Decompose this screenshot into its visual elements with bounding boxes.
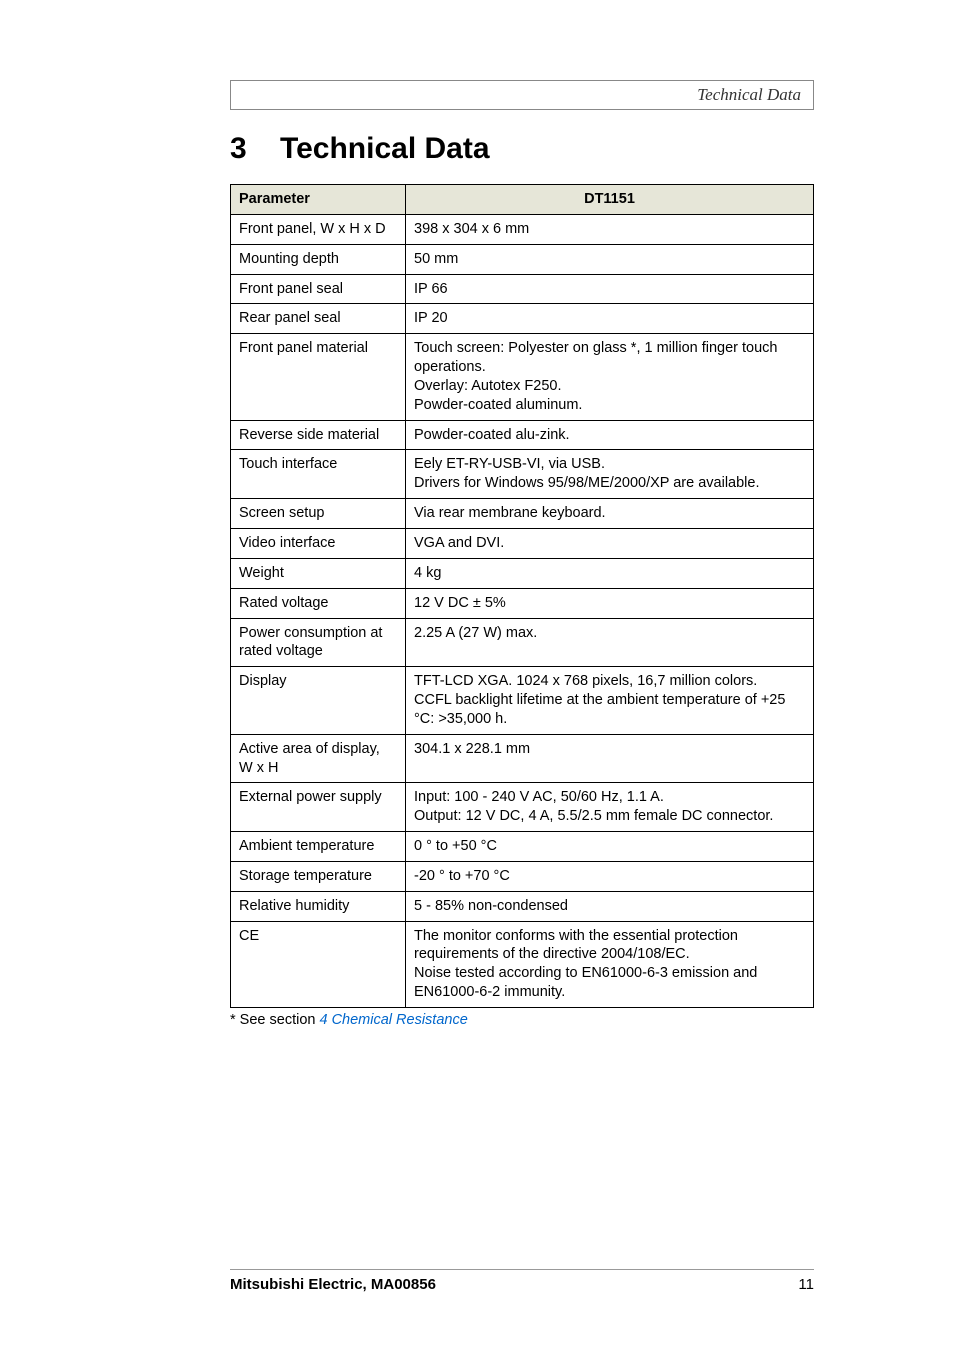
header-category: Technical Data: [230, 80, 814, 110]
cell-parameter: Front panel, W x H x D: [231, 214, 406, 244]
cell-value: Powder-coated alu-zink.: [406, 420, 814, 450]
table-row: Front panel sealIP 66: [231, 274, 814, 304]
table-row: Screen setupVia rear membrane keyboard.: [231, 499, 814, 529]
cell-value: 4 kg: [406, 558, 814, 588]
table-row: Touch interfaceEely ET-RY-USB-VI, via US…: [231, 450, 814, 499]
cell-value: TFT-LCD XGA. 1024 x 768 pixels, 16,7 mil…: [406, 667, 814, 735]
cell-value: Touch screen: Polyester on glass *, 1 mi…: [406, 334, 814, 420]
cell-value: IP 20: [406, 304, 814, 334]
cell-parameter: Front panel seal: [231, 274, 406, 304]
table-row: Ambient temperature0 ° to +50 °C: [231, 832, 814, 862]
cell-value: 5 - 85% non-condensed: [406, 891, 814, 921]
cell-parameter: Mounting depth: [231, 244, 406, 274]
table-row: External power supplyInput: 100 - 240 V …: [231, 783, 814, 832]
cell-value: Input: 100 - 240 V AC, 50/60 Hz, 1.1 A. …: [406, 783, 814, 832]
footer-page-number: 11: [798, 1276, 814, 1293]
footer-doc-id: Mitsubishi Electric, MA00856: [230, 1276, 436, 1293]
cell-value: 50 mm: [406, 244, 814, 274]
header-model: DT1151: [406, 185, 814, 215]
cell-parameter: Display: [231, 667, 406, 735]
table-header-row: Parameter DT1151: [231, 185, 814, 215]
table-row: Front panel materialTouch screen: Polyes…: [231, 334, 814, 420]
cell-value: 304.1 x 228.1 mm: [406, 734, 814, 783]
cell-parameter: Rated voltage: [231, 588, 406, 618]
cell-parameter: External power supply: [231, 783, 406, 832]
cell-parameter: Storage temperature: [231, 861, 406, 891]
table-row: Video interfaceVGA and DVI.: [231, 528, 814, 558]
table-row: Front panel, W x H x D398 x 304 x 6 mm: [231, 214, 814, 244]
cell-parameter: Relative humidity: [231, 891, 406, 921]
cell-parameter: Touch interface: [231, 450, 406, 499]
cell-value: 2.25 A (27 W) max.: [406, 618, 814, 667]
table-row: Weight4 kg: [231, 558, 814, 588]
footnote-link[interactable]: 4 Chemical Resistance: [319, 1012, 467, 1028]
table-row: DisplayTFT-LCD XGA. 1024 x 768 pixels, 1…: [231, 667, 814, 735]
table-row: Active area of display, W x H304.1 x 228…: [231, 734, 814, 783]
cell-value: VGA and DVI.: [406, 528, 814, 558]
table-row: Mounting depth50 mm: [231, 244, 814, 274]
section-title: Technical Data: [280, 132, 490, 166]
cell-parameter: Ambient temperature: [231, 832, 406, 862]
cell-parameter: Rear panel seal: [231, 304, 406, 334]
cell-parameter: CE: [231, 921, 406, 1007]
page-footer: Mitsubishi Electric, MA00856 11: [230, 1269, 814, 1293]
cell-parameter: Screen setup: [231, 499, 406, 529]
footnote: * See section 4 Chemical Resistance: [230, 1012, 814, 1028]
footnote-prefix: * See section: [230, 1012, 319, 1028]
cell-parameter: Video interface: [231, 528, 406, 558]
cell-value: The monitor conforms with the essential …: [406, 921, 814, 1007]
cell-value: 0 ° to +50 °C: [406, 832, 814, 862]
cell-value: -20 ° to +70 °C: [406, 861, 814, 891]
section-heading: 3 Technical Data: [230, 132, 814, 166]
cell-parameter: Weight: [231, 558, 406, 588]
cell-value: Via rear membrane keyboard.: [406, 499, 814, 529]
table-row: Reverse side materialPowder-coated alu-z…: [231, 420, 814, 450]
table-row: Power consumption at rated voltage2.25 A…: [231, 618, 814, 667]
header-parameter: Parameter: [231, 185, 406, 215]
cell-value: 12 V DC ± 5%: [406, 588, 814, 618]
table-row: Storage temperature-20 ° to +70 °C: [231, 861, 814, 891]
section-number: 3: [230, 132, 280, 166]
table-row: CEThe monitor conforms with the essentia…: [231, 921, 814, 1007]
cell-parameter: Power consumption at rated voltage: [231, 618, 406, 667]
cell-parameter: Active area of display, W x H: [231, 734, 406, 783]
technical-data-table: Parameter DT1151 Front panel, W x H x D3…: [230, 184, 814, 1008]
header-title-text: Technical Data: [697, 85, 801, 104]
table-row: Relative humidity5 - 85% non-condensed: [231, 891, 814, 921]
table-row: Rated voltage12 V DC ± 5%: [231, 588, 814, 618]
cell-value: 398 x 304 x 6 mm: [406, 214, 814, 244]
cell-value: Eely ET-RY-USB-VI, via USB. Drivers for …: [406, 450, 814, 499]
table-row: Rear panel sealIP 20: [231, 304, 814, 334]
cell-value: IP 66: [406, 274, 814, 304]
cell-parameter: Reverse side material: [231, 420, 406, 450]
cell-parameter: Front panel material: [231, 334, 406, 420]
